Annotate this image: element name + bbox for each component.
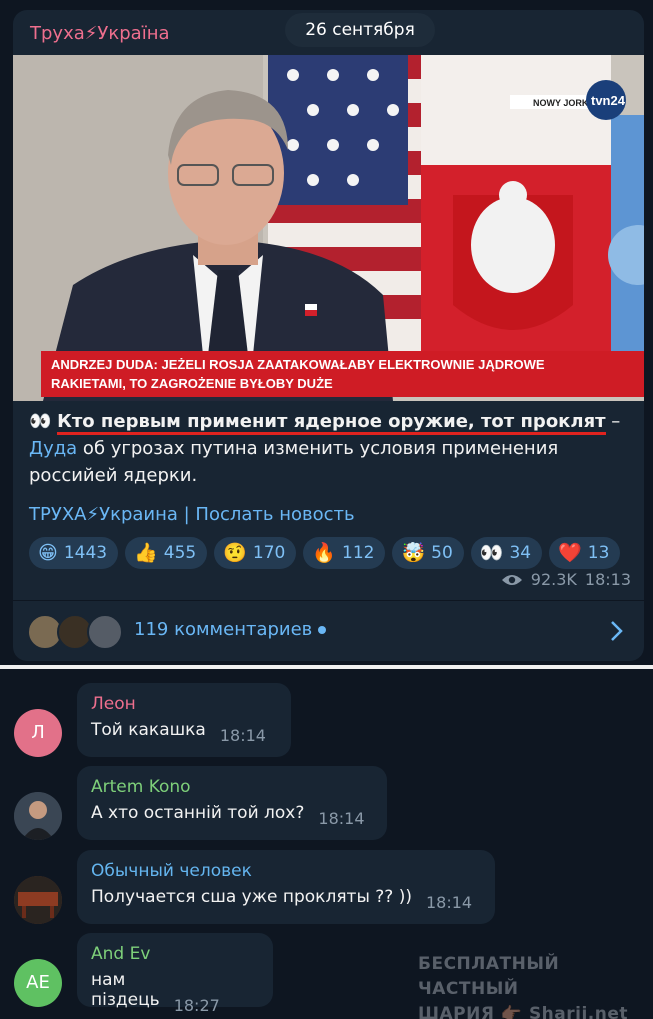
reaction-count: 112 [342,543,375,563]
raised-eyebrow-emoji-icon: 🤨 [223,541,247,564]
eyes-emoji-icon: 👀 [479,541,504,564]
reaction-count: 34 [509,543,532,563]
channel-link[interactable]: ТРУХА⚡Украина [29,504,178,525]
comment-time: 18:14 [318,809,365,828]
view-count: 92.3K [530,570,577,589]
comment-author[interactable]: Обычный человек [91,861,481,881]
avatar[interactable] [14,876,62,924]
comment-text: Получается сша уже прокляты ?? )) [91,887,412,907]
avatar-photo [14,792,62,840]
footer-separator: | [177,504,196,525]
comment-time: 18:14 [425,893,473,912]
fire-emoji-icon: 🔥 [312,541,336,564]
divider [0,665,653,669]
grin-emoji-icon: 😁 [38,541,58,564]
reaction-count: 13 [587,543,610,563]
channel-post: Труха⚡Україна 26 сентября NOWY JORK tvn2… [13,10,644,661]
post-photo[interactable]: NOWY JORK tvn24 ANDRZEJ DUDA: JEŻELI ROS… [13,55,644,401]
post-lead: Кто первым применит ядерное оружие, тот … [57,411,606,435]
avatar[interactable]: AE [14,959,62,1007]
comment-bubble[interactable]: And Ev нам піздець 18:27 [77,933,273,1015]
comment-author[interactable]: Леон [91,694,277,714]
footer-links: ТРУХА⚡Украина | Послать новость [29,504,355,525]
watermark-line-1: БЕСПЛАТНЫЙ ЧАСТНЫЙ [418,954,560,999]
reaction-grin[interactable]: 😁 1443 [29,537,119,569]
watermark: БЕСПЛАТНЫЙ ЧАСТНЫЙ ШАРИЯ 👉🏿 Sharij.net [418,952,644,1019]
commenter-avatars [27,614,127,650]
reaction-thumbs-up[interactable]: 👍 455 [125,537,208,569]
broadcaster-logo-text: tvn24 [591,93,626,108]
post-dash: – [605,411,621,432]
comment-text: Той какашка [91,720,206,740]
channel-name[interactable]: Труха⚡Україна [30,23,170,44]
date-pill: 26 сентября [285,13,435,47]
comment-text: нам піздець [91,970,160,1010]
location-label: NOWY JORK [533,98,589,108]
heart-emoji-icon: ❤️ [558,541,582,564]
reactions-row: 😁 1443 👍 455 🤨 170 🔥 112 🤯 50 👀 34 ❤️ 13 [29,537,639,569]
avatar-photo [14,876,62,924]
avatar [87,614,123,650]
reaction-count: 1443 [63,543,108,563]
post-body: об угрозах путина изменить условия приме… [29,438,559,486]
send-news-link[interactable]: Послать новость [195,504,354,525]
reaction-heart[interactable]: ❤️ 13 [549,537,621,569]
post-meta: 92.3K 18:13 [501,570,631,589]
comments-count-text: 119 комментариев [134,619,313,640]
photo-illustration: NOWY JORK tvn24 ANDRZEJ DUDA: JEŻELI ROS… [13,55,644,401]
reaction-fire[interactable]: 🔥 112 [303,537,386,569]
reaction-raised-eyebrow[interactable]: 🤨 170 [214,537,297,569]
reaction-count: 170 [252,543,286,563]
comments-count-label[interactable]: 119 комментариев [134,619,327,640]
post-time: 18:13 [584,570,631,589]
watermark-line-2: ШАРИЯ 👉🏿 Sharij.net [418,1004,629,1019]
chevron-right-icon[interactable] [610,620,624,642]
comment-time: 18:27 [173,996,220,1015]
unread-dot-icon [318,626,327,634]
comment-time: 18:14 [219,726,266,745]
comment-bubble[interactable]: Леон Той какашка 18:14 [77,683,291,757]
comment-bubble[interactable]: Artem Kono А хто останній той лох? 18:14 [77,766,387,840]
mind-blown-emoji-icon: 🤯 [401,541,426,564]
reaction-eyes[interactable]: 👀 34 [470,537,543,569]
comment-text: А хто останній той лох? [91,803,305,823]
headline-line-1: ANDRZEJ DUDA: JEŻELI ROSJA ZAATAKOWAŁABY… [51,357,545,372]
comment-author[interactable]: And Ev [91,944,259,964]
comment-author[interactable]: Artem Kono [91,777,373,797]
avatar[interactable]: Л [14,709,62,757]
comment-bubble[interactable]: Обычный человек Получается сша уже прокл… [77,850,495,924]
avatar[interactable] [14,792,62,840]
reaction-mind-blown[interactable]: 🤯 50 [392,537,464,569]
reaction-count: 50 [431,543,453,563]
eye-icon [501,574,522,585]
post-text: 👀 Кто первым применит ядерное оружие, то… [29,408,633,489]
reaction-count: 455 [163,543,197,563]
comments-bar[interactable]: 119 комментариев [13,600,644,661]
thumbs-up-emoji-icon: 👍 [134,541,158,564]
eyes-emoji: 👀 [29,411,52,432]
headline-line-2: RAKIETAMI, TO ZAGROŻENIE BYŁOBY DUŻE [51,376,333,391]
mention-link[interactable]: Дуда [29,438,77,459]
